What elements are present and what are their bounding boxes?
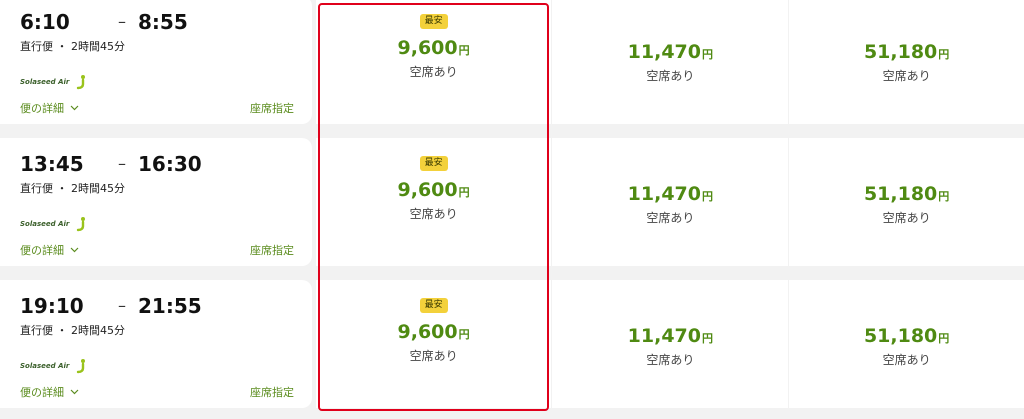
solaseed-logo-icon bbox=[77, 359, 86, 374]
price-value: 51,180 bbox=[863, 41, 938, 63]
time-separator: – bbox=[118, 12, 126, 31]
flight-row: 6:10 – 8:55 直行便 ・ 2時間45分 Solaseed Air 便の… bbox=[0, 0, 1024, 124]
fare-cell[interactable]: 11,470 円 空席あり bbox=[552, 138, 789, 266]
flight-details-toggle[interactable]: 便の詳細 bbox=[20, 100, 79, 116]
airline-logo: Solaseed Air bbox=[20, 74, 88, 90]
seat-selection-link[interactable]: 座席指定 bbox=[250, 100, 294, 116]
airline-name: Solaseed Air bbox=[20, 362, 70, 370]
arrival-time: 16:30 bbox=[138, 152, 202, 176]
fare-price: 51,180 円 bbox=[864, 41, 949, 63]
fare-cell[interactable]: 11,470 円 空席あり bbox=[552, 280, 789, 408]
fare-cell[interactable]: 51,180 円 空席あり bbox=[789, 280, 1024, 408]
fare-price: 11,470 円 bbox=[628, 183, 713, 205]
fare-price: 9,600 円 bbox=[398, 37, 470, 59]
solaseed-logo-icon bbox=[77, 217, 86, 232]
seat-selection-link[interactable]: 座席指定 bbox=[250, 242, 294, 258]
flight-meta: 直行便 ・ 2時間45分 bbox=[20, 182, 125, 195]
fare-price: 9,600 円 bbox=[398, 179, 470, 201]
flight-info: 19:10 – 21:55 直行便 ・ 2時間45分 Solaseed Air … bbox=[0, 280, 312, 408]
seat-availability: 空席あり bbox=[882, 69, 931, 83]
price-value: 11,470 bbox=[627, 183, 701, 205]
departure-time: 6:10 bbox=[20, 10, 70, 34]
seat-availability: 空席あり bbox=[409, 349, 458, 363]
solaseed-logo-icon bbox=[77, 75, 86, 90]
fare-cell[interactable]: 最安 9,600 円 空席あり bbox=[315, 138, 552, 266]
fare-cell[interactable]: 最安 9,600 円 空席あり bbox=[315, 0, 552, 124]
seat-availability: 空席あり bbox=[882, 353, 931, 367]
fare-price: 51,180 円 bbox=[864, 325, 949, 347]
seat-availability: 空席あり bbox=[409, 65, 458, 79]
chevron-down-icon bbox=[70, 247, 79, 253]
price-value: 9,600 bbox=[397, 37, 458, 59]
departure-time: 19:10 bbox=[20, 294, 84, 318]
cheapest-badge: 最安 bbox=[419, 14, 448, 29]
details-label: 便の詳細 bbox=[20, 244, 64, 257]
price-unit: 円 bbox=[938, 332, 950, 345]
flight-info: 13:45 – 16:30 直行便 ・ 2時間45分 Solaseed Air … bbox=[0, 138, 312, 266]
flight-row: 13:45 – 16:30 直行便 ・ 2時間45分 Solaseed Air … bbox=[0, 138, 1024, 266]
time-separator: – bbox=[118, 296, 126, 315]
airline-name: Solaseed Air bbox=[20, 78, 70, 86]
seat-availability: 空席あり bbox=[646, 353, 695, 367]
fare-cell[interactable]: 11,470 円 空席あり bbox=[552, 0, 789, 124]
seat-availability: 空席あり bbox=[646, 69, 695, 83]
time-separator: – bbox=[118, 154, 126, 173]
price-unit: 円 bbox=[458, 328, 470, 341]
flight-info: 6:10 – 8:55 直行便 ・ 2時間45分 Solaseed Air 便の… bbox=[0, 0, 312, 124]
airline-logo: Solaseed Air bbox=[20, 216, 88, 232]
price-value: 9,600 bbox=[397, 179, 458, 201]
seat-availability: 空席あり bbox=[409, 207, 458, 221]
chevron-down-icon bbox=[70, 389, 79, 395]
fare-cell[interactable]: 51,180 円 空席あり bbox=[789, 138, 1024, 266]
details-label: 便の詳細 bbox=[20, 386, 64, 399]
fare-price: 51,180 円 bbox=[864, 183, 949, 205]
price-unit: 円 bbox=[702, 48, 713, 61]
price-value: 11,470 bbox=[627, 325, 701, 347]
flight-meta: 直行便 ・ 2時間45分 bbox=[20, 40, 125, 53]
flight-row: 19:10 – 21:55 直行便 ・ 2時間45分 Solaseed Air … bbox=[0, 280, 1024, 408]
airline-logo: Solaseed Air bbox=[20, 358, 88, 374]
price-value: 51,180 bbox=[863, 325, 938, 347]
airline-name: Solaseed Air bbox=[20, 220, 70, 228]
fare-cell[interactable]: 最安 9,600 円 空席あり bbox=[315, 280, 552, 408]
fare-price: 11,470 円 bbox=[628, 41, 713, 63]
arrival-time: 21:55 bbox=[138, 294, 202, 318]
cheapest-badge: 最安 bbox=[419, 156, 448, 171]
chevron-down-icon bbox=[70, 105, 79, 111]
flight-details-toggle[interactable]: 便の詳細 bbox=[20, 384, 79, 400]
fare-price: 11,470 円 bbox=[628, 325, 713, 347]
price-value: 51,180 bbox=[863, 183, 938, 205]
price-unit: 円 bbox=[458, 186, 470, 199]
flight-meta: 直行便 ・ 2時間45分 bbox=[20, 324, 125, 337]
price-value: 11,470 bbox=[627, 41, 701, 63]
price-unit: 円 bbox=[702, 190, 713, 203]
cheapest-badge: 最安 bbox=[419, 298, 448, 313]
arrival-time: 8:55 bbox=[138, 10, 188, 34]
price-unit: 円 bbox=[938, 48, 950, 61]
price-unit: 円 bbox=[702, 332, 713, 345]
seat-availability: 空席あり bbox=[882, 211, 931, 225]
price-unit: 円 bbox=[458, 44, 470, 57]
departure-time: 13:45 bbox=[20, 152, 84, 176]
details-label: 便の詳細 bbox=[20, 102, 64, 115]
price-unit: 円 bbox=[938, 190, 950, 203]
fare-cell[interactable]: 51,180 円 空席あり bbox=[789, 0, 1024, 124]
seat-selection-link[interactable]: 座席指定 bbox=[250, 384, 294, 400]
price-value: 9,600 bbox=[397, 321, 458, 343]
fare-price: 9,600 円 bbox=[398, 321, 470, 343]
seat-availability: 空席あり bbox=[646, 211, 695, 225]
flight-details-toggle[interactable]: 便の詳細 bbox=[20, 242, 79, 258]
